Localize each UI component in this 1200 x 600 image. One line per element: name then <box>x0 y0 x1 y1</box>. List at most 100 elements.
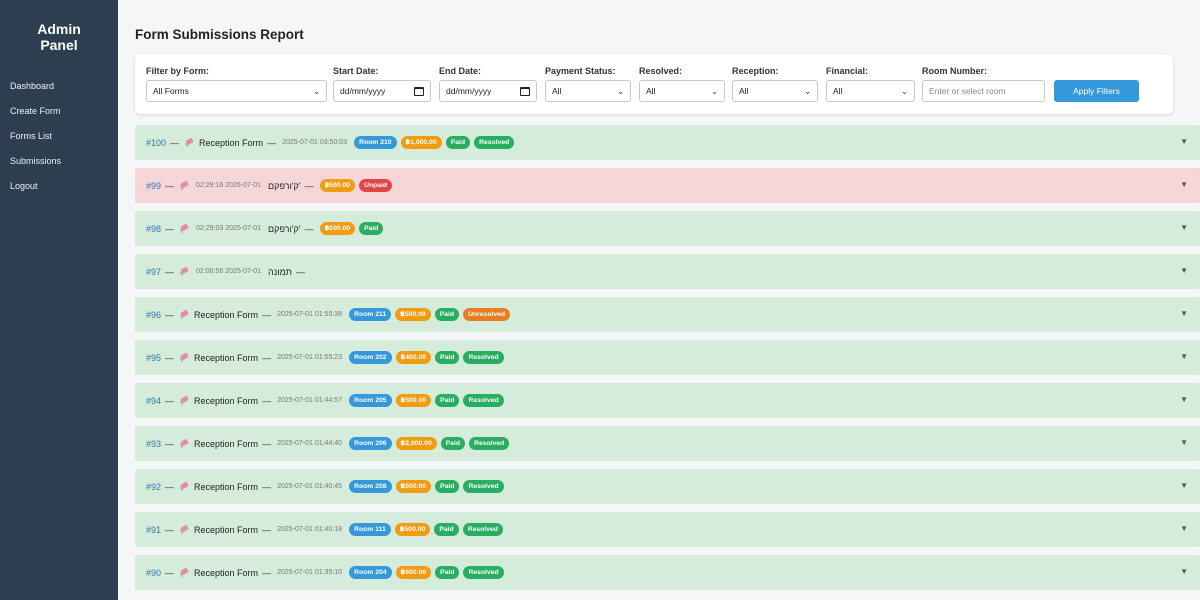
end-date-label: End Date: <box>439 66 482 76</box>
start-date-input[interactable]: dd/mm/yyyy <box>333 80 431 102</box>
pin-icon <box>180 181 189 190</box>
badge-resolved: Resolved <box>469 437 510 450</box>
room-filter-group: Room Number: Enter or select room <box>922 66 1045 102</box>
submission-id[interactable]: #95 <box>146 353 161 363</box>
submission-timestamp: 2025-07-01 01:55:23 <box>277 354 343 361</box>
separator: — <box>165 524 175 535</box>
chevron-down-icon: ⌄ <box>901 86 908 96</box>
badge-paid: Paid <box>435 394 460 407</box>
submission-id[interactable]: #98 <box>146 224 161 234</box>
end-date-input[interactable]: dd/mm/yyyy <box>439 80 537 102</box>
sidebar-nav: Dashboard Create Form Forms List Submiss… <box>0 74 118 199</box>
submission-id[interactable]: #100 <box>146 138 166 148</box>
badge-amount: ฿2,000.00 <box>395 437 437 450</box>
badge-resolved: Resolved <box>463 566 504 579</box>
badge-unpaid: Unpaid <box>359 179 393 192</box>
badge-paid: Paid <box>440 437 466 450</box>
submission-row[interactable]: #94— Reception Form —2025-07-01 01:44:57 Ro… <box>135 383 1200 418</box>
separator: — <box>165 352 175 363</box>
separator: — <box>262 395 272 406</box>
submission-row[interactable]: #90— Reception Form —2025-07-01 01:35:10 Ro… <box>135 555 1200 590</box>
separator: — <box>267 137 277 148</box>
sidebar-item-logout[interactable]: Logout <box>0 174 118 199</box>
submission-id[interactable]: #90 <box>146 568 161 578</box>
badge-amount: ฿500.00 <box>395 308 431 321</box>
submission-row[interactable]: #93— Reception Form —2025-07-01 01:44:40 Ro… <box>135 426 1200 461</box>
submission-row[interactable]: #96— Reception Form —2025-07-01 01:55:38 Ro… <box>135 297 1200 332</box>
reception-filter-group: Reception: All ⌄ <box>732 66 818 102</box>
submission-form-name: ק'ורפקם' <box>268 180 301 191</box>
expand-arrow-icon[interactable]: ▼ <box>1180 524 1188 533</box>
submission-id[interactable]: #93 <box>146 439 161 449</box>
submission-row[interactable]: #95— Reception Form —2025-07-01 01:55:23 Ro… <box>135 340 1200 375</box>
submission-id[interactable]: #94 <box>146 396 161 406</box>
submission-row[interactable]: #91— Reception Form —2025-07-01 01:40:18 Ro… <box>135 512 1200 547</box>
badge-amount: ฿500.00 <box>395 480 432 493</box>
badge-room: Room 205 <box>349 394 392 407</box>
separator: — <box>165 395 175 406</box>
submission-form-name: תמונה <box>268 266 292 277</box>
submission-form-name: Reception Form <box>194 309 259 320</box>
form-filter-select[interactable]: All Forms ⌄ <box>146 80 327 102</box>
form-filter-label: Filter by Form: <box>146 66 210 76</box>
separator: — <box>165 481 175 492</box>
pin-icon <box>185 138 194 147</box>
resolved-filter-group: Resolved: All ⌄ <box>639 66 725 102</box>
submission-form-name: Reception Form <box>194 524 259 535</box>
badge-resolved: Resolved <box>463 351 504 364</box>
expand-arrow-icon[interactable]: ▼ <box>1180 309 1188 318</box>
submission-row[interactable]: #97—02:00:56 2025-07-01 תמונה — ▼ <box>135 254 1200 289</box>
reception-filter-select[interactable]: All ⌄ <box>732 80 818 102</box>
expand-arrow-icon[interactable]: ▼ <box>1180 180 1188 189</box>
expand-arrow-icon[interactable]: ▼ <box>1180 266 1188 275</box>
expand-arrow-icon[interactable]: ▼ <box>1180 481 1188 490</box>
submission-timestamp: 02:00:56 2025-07-01 <box>196 268 262 275</box>
submission-row[interactable]: #99—02:29:16 2025-07-01 ק'ורפקם' — ฿500.00 U… <box>135 168 1200 203</box>
expand-arrow-icon[interactable]: ▼ <box>1180 137 1188 146</box>
expand-arrow-icon[interactable]: ▼ <box>1180 223 1188 232</box>
submission-id[interactable]: #97 <box>146 267 161 277</box>
badge-resolved: Resolved <box>463 394 504 407</box>
expand-arrow-icon[interactable]: ▼ <box>1180 567 1188 576</box>
badge-resolved: Resolved <box>474 136 515 149</box>
sidebar-item-forms-list[interactable]: Forms List <box>0 124 118 149</box>
submission-timestamp: 2025-07-01 01:35:10 <box>277 569 343 576</box>
expand-arrow-icon[interactable]: ▼ <box>1180 395 1188 404</box>
sidebar-item-submissions[interactable]: Submissions <box>0 149 118 174</box>
separator: — <box>295 266 305 277</box>
badge-room: Room 204 <box>349 566 392 579</box>
form-filter-group: Filter by Form: All Forms ⌄ <box>146 66 327 102</box>
calendar-icon[interactable] <box>414 86 424 96</box>
sidebar-item-create-form[interactable]: Create Form <box>0 99 118 124</box>
reception-filter-value: All <box>739 86 749 96</box>
sidebar-item-dashboard[interactable]: Dashboard <box>0 74 118 99</box>
calendar-icon[interactable] <box>520 86 530 96</box>
end-date-value: dd/mm/yyyy <box>446 86 492 96</box>
submission-form-name: Reception Form <box>194 481 259 492</box>
badge-paid: Paid <box>435 480 460 493</box>
apply-filters-button[interactable]: Apply Filters <box>1054 80 1139 102</box>
brand: Admin Panel <box>0 0 118 53</box>
room-filter-label: Room Number: <box>922 66 987 76</box>
resolved-filter-select[interactable]: All ⌄ <box>639 80 725 102</box>
expand-arrow-icon[interactable]: ▼ <box>1180 352 1188 361</box>
end-date-group: End Date: dd/mm/yyyy <box>439 66 537 102</box>
submission-row[interactable]: #98—02:29:03 2025-07-01 ק'ורפקם' — ฿500.00 P… <box>135 211 1200 246</box>
submission-id[interactable]: #99 <box>146 181 161 191</box>
expand-arrow-icon[interactable]: ▼ <box>1180 438 1188 447</box>
financial-filter-select[interactable]: All ⌄ <box>826 80 915 102</box>
submission-row[interactable]: #92— Reception Form —2025-07-01 01:40:45 Ro… <box>135 469 1200 504</box>
submission-id[interactable]: #91 <box>146 525 161 535</box>
pin-icon <box>180 224 189 233</box>
separator: — <box>262 309 272 320</box>
submission-row[interactable]: #100— Reception Form —2025-07-01 03:50:03 R… <box>135 125 1200 160</box>
submission-id[interactable]: #92 <box>146 482 161 492</box>
badge-paid: Paid <box>434 308 460 321</box>
payment-filter-select[interactable]: All ⌄ <box>545 80 631 102</box>
submission-timestamp: 2025-07-01 01:44:57 <box>277 397 343 404</box>
room-number-input[interactable]: Enter or select room <box>922 80 1045 102</box>
submission-id[interactable]: #96 <box>146 310 161 320</box>
start-date-value: dd/mm/yyyy <box>340 86 386 96</box>
room-number-placeholder: Enter or select room <box>929 86 1006 96</box>
separator: — <box>165 223 175 234</box>
